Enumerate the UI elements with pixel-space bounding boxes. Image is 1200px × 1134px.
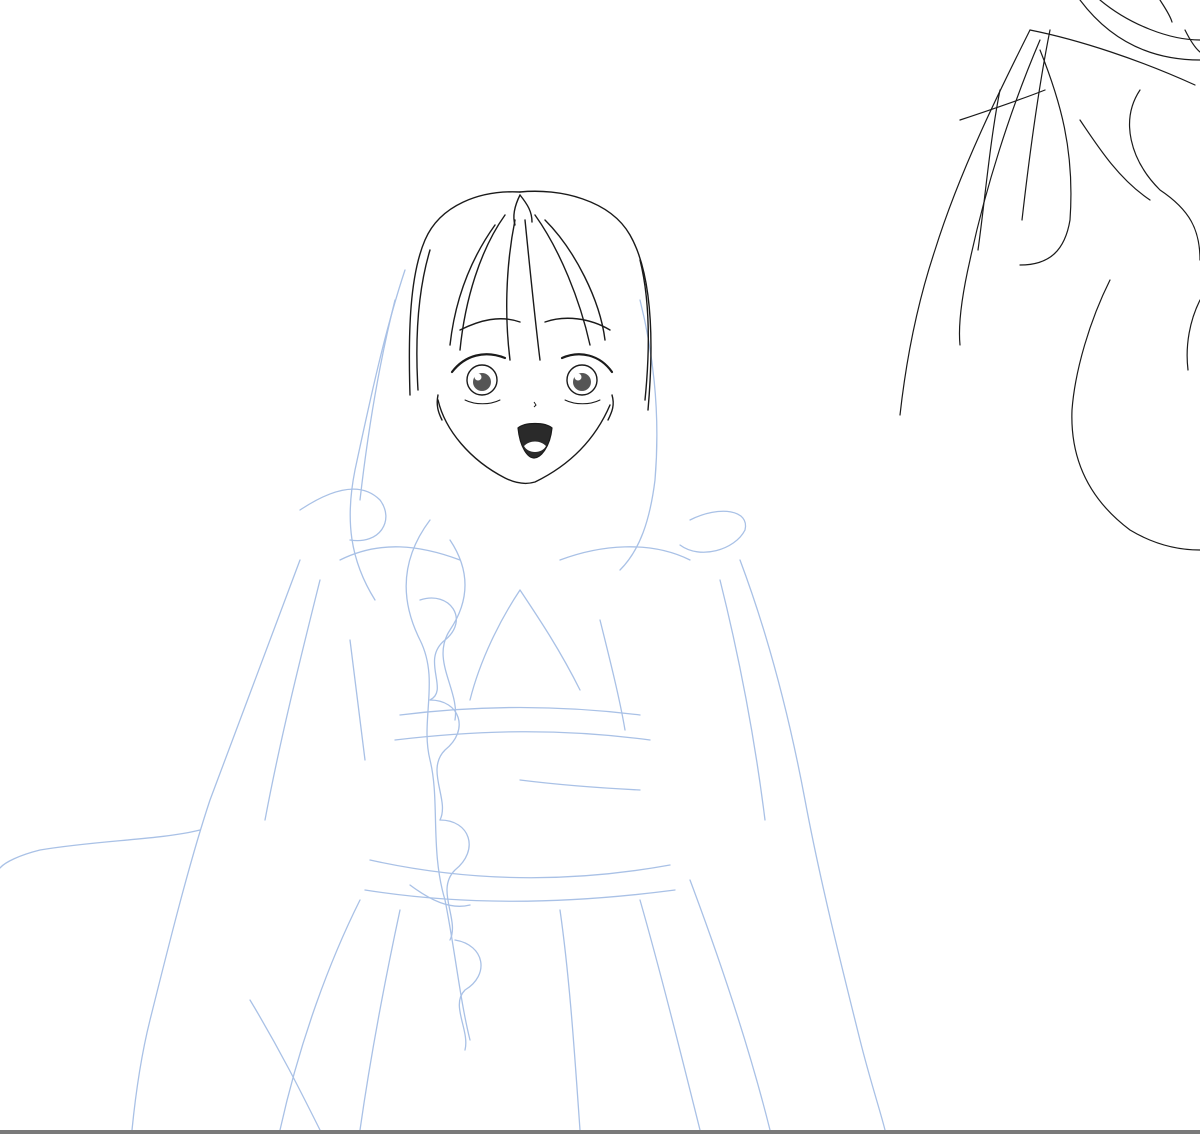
girl-eyes: [450, 353, 614, 405]
canvas-bottom-edge: [0, 1130, 1200, 1134]
rough-sketch-layer: [0, 269, 886, 1131]
artwork-layers: [0, 0, 1200, 1131]
drawing-canvas[interactable]: [0, 0, 1200, 1134]
girl-mouth: [517, 401, 553, 459]
second-figure-sketch: [899, 0, 1200, 551]
